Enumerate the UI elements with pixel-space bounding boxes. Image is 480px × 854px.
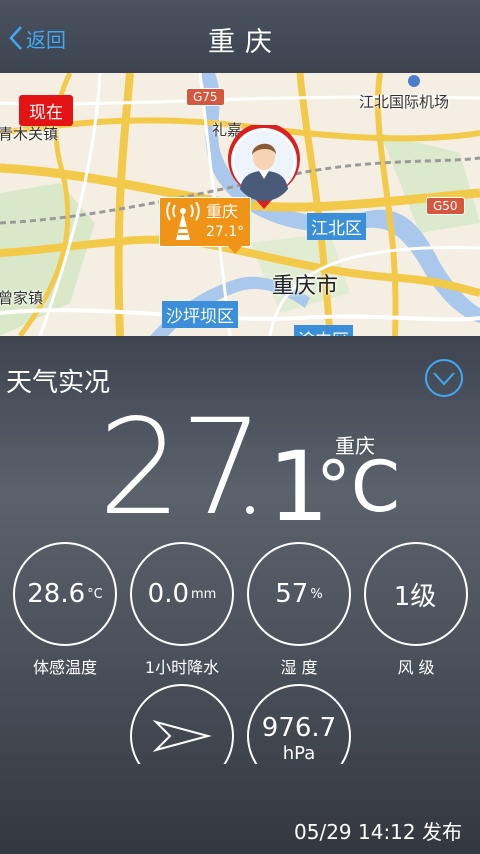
stat-ring: 0.0 mm <box>130 542 234 646</box>
stat-label: 风 级 <box>397 658 435 677</box>
highway-shield-g75: G75 <box>186 88 225 106</box>
stat-label: 湿 度 <box>280 658 318 677</box>
map-district-jiangbei: 江北区 <box>307 213 366 240</box>
stat-precipitation[interactable]: 0.0 mm 1小时降水 <box>130 542 234 678</box>
map-label-city: 重庆市 <box>272 274 339 299</box>
stat-value: 0.0 <box>147 579 190 609</box>
stat-pressure[interactable]: 976.7 hPa <box>247 684 351 764</box>
temperature-integer: 27 <box>98 391 264 545</box>
temperature-decimal-point <box>246 506 254 514</box>
wind-direction-arrow-icon <box>152 720 212 752</box>
collapse-button[interactable] <box>424 358 464 398</box>
stat-ring: 976.7 hPa <box>247 684 351 764</box>
map-label-airport: 江北国际机场 <box>359 93 450 111</box>
radio-tower-icon <box>166 202 200 240</box>
stat-value: 57 <box>275 579 309 609</box>
stat-feels-like[interactable]: 28.6 °C 体感温度 <box>13 542 117 678</box>
stat-ring: 28.6 °C <box>13 542 117 646</box>
page-title: 重庆 <box>208 27 282 58</box>
map-district-yuzhong: 渝中区 <box>294 325 353 336</box>
publish-time: 05/29 14:12 发布 <box>294 820 462 844</box>
now-tag: 现在 <box>19 95 73 126</box>
stat-ring: 1级 <box>364 542 468 646</box>
stat-unit: % <box>310 586 323 602</box>
stat-unit: hPa <box>282 742 316 764</box>
stat-unit: mm <box>191 586 217 602</box>
stat-unit: °C <box>87 586 103 602</box>
stat-ring: 57% <box>247 542 351 646</box>
highway-shield-g50: G50 <box>426 197 465 215</box>
stat-value: 1级 <box>393 581 437 612</box>
weather-panel: 天气实况 27 1 °C 重庆 28.6 °C 体感温度 0.0 mm 1小时降水 … <box>0 336 480 854</box>
stat-value: 976.7 <box>261 712 337 743</box>
map-label-zengjia: 曾家镇 <box>0 289 44 307</box>
stat-ring <box>130 684 234 764</box>
map-view[interactable]: 青木关镇 曾家镇 礼嘉 江北国际机场 重庆市 江北区 沙坪坝区 渝中区 G75 … <box>0 73 480 336</box>
chevron-down-icon <box>425 359 463 397</box>
stat-value: 28.6 <box>27 579 86 609</box>
station-temp: 27.1° <box>206 224 245 240</box>
map-label-qingmuguan: 青木关镇 <box>0 125 59 143</box>
stat-wind-direction[interactable] <box>130 684 234 764</box>
top-bar: 返回 重庆 <box>0 0 480 73</box>
section-title: 天气实况 <box>6 368 111 398</box>
station-name: 重庆 <box>206 202 239 221</box>
station-marker[interactable]: 重庆 27.1° <box>159 197 251 254</box>
stat-label: 体感温度 <box>32 658 97 677</box>
map-district-shapingba: 沙坪坝区 <box>162 301 238 328</box>
stat-wind-level[interactable]: 1级 风 级 <box>364 542 468 678</box>
stat-humidity[interactable]: 57% 湿 度 <box>247 542 351 678</box>
temperature-city: 重庆 <box>335 434 375 458</box>
stat-label: 1小时降水 <box>144 658 220 677</box>
